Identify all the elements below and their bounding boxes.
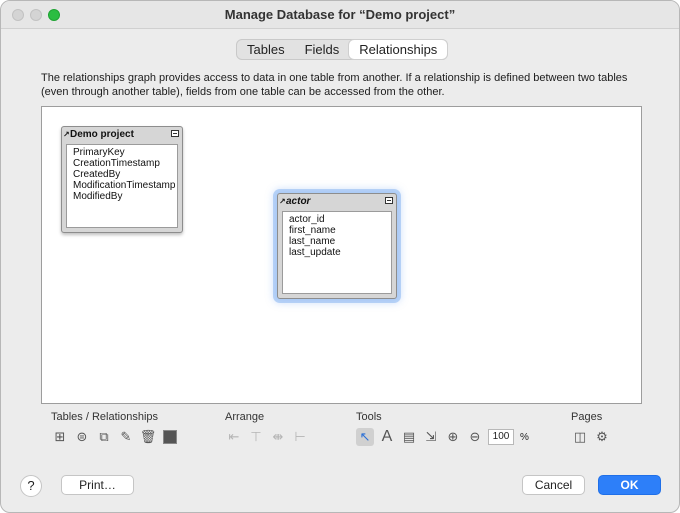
field-item[interactable]: first_name (289, 225, 385, 236)
field-item[interactable]: PrimaryKey (73, 147, 171, 158)
field-item[interactable]: actor_id (289, 214, 385, 225)
field-item[interactable]: ModificationTimestamp (73, 180, 175, 191)
color-swatch-icon[interactable] (161, 428, 179, 446)
group-label: Tools (356, 411, 382, 423)
text-tool-icon[interactable]: A (378, 428, 396, 446)
group-label: Tables / Relationships (51, 411, 159, 423)
tools-group: Tools ↖ A ▤ ⇲ ⊕ ⊖ 100 % (356, 411, 529, 447)
group-label: Arrange (225, 411, 265, 423)
help-button[interactable]: ? (20, 475, 42, 497)
external-link-icon: ↗ (63, 130, 70, 139)
arrange-group: Arrange ⇤ ⊤ ⇼ ⊢ (225, 411, 309, 447)
group-label: Pages (571, 411, 603, 423)
trash-icon[interactable]: 🗑 (139, 428, 157, 446)
add-table-icon[interactable]: ⊞ (51, 428, 69, 446)
align-top-icon[interactable]: ⊤ (247, 428, 265, 446)
table-occurrence-actor[interactable]: ↗ actor actor_id first_name last_name la… (277, 193, 397, 299)
select-tables-icon[interactable]: ⇲ (422, 428, 440, 446)
page-breaks-icon[interactable]: ◫ (571, 428, 589, 446)
distribute-horizontal-icon[interactable]: ⇼ (269, 428, 287, 446)
ok-button[interactable]: OK (598, 475, 661, 495)
tab-relationships[interactable]: Relationships (349, 40, 448, 59)
collapse-icon[interactable] (171, 130, 179, 137)
window-title: Manage Database for “Demo project” (224, 7, 456, 22)
manage-database-dialog: Manage Database for “Demo project” Table… (0, 0, 680, 513)
relationships-graph[interactable]: ↗ Demo project PrimaryKey CreationTimest… (41, 106, 642, 404)
field-item[interactable]: ModifiedBy (73, 191, 171, 202)
graph-toolbar: Tables / Relationships ⊞ ⊜ ⧉ ✎ 🗑 Arrange… (41, 411, 645, 456)
duplicate-icon[interactable]: ⧉ (95, 428, 113, 446)
zoom-in-icon[interactable]: ⊕ (444, 428, 462, 446)
tables-relationships-group: Tables / Relationships ⊞ ⊜ ⧉ ✎ 🗑 (51, 411, 179, 447)
cancel-button[interactable]: Cancel (522, 475, 585, 495)
table-name: actor (286, 196, 311, 207)
table-occurrence-demo-project[interactable]: ↗ Demo project PrimaryKey CreationTimest… (61, 126, 183, 233)
zoom-unit: % (520, 431, 529, 443)
tab-fields[interactable]: Fields (295, 40, 350, 59)
tab-bar: Tables Fields Relationships (236, 39, 449, 60)
external-link-icon: ↗ (279, 197, 286, 206)
field-list: PrimaryKey CreationTimestamp CreatedBy M… (66, 144, 178, 228)
print-button[interactable]: Print… (61, 475, 134, 495)
tab-tables[interactable]: Tables (237, 40, 295, 59)
collapse-icon[interactable] (385, 197, 393, 204)
field-item[interactable]: CreatedBy (73, 169, 171, 180)
edit-pencil-icon[interactable]: ✎ (117, 428, 135, 446)
resize-icon[interactable]: ⊢ (291, 428, 309, 446)
field-item[interactable]: CreationTimestamp (73, 158, 171, 169)
add-relationship-icon[interactable]: ⊜ (73, 428, 91, 446)
pages-group: Pages ◫ ⚙ (571, 411, 611, 447)
show-fields-icon[interactable]: ▤ (400, 428, 418, 446)
zoom-out-icon[interactable]: ⊖ (466, 428, 484, 446)
relationships-description: The relationships graph provides access … (41, 72, 628, 98)
pointer-tool-icon[interactable]: ↖ (356, 428, 374, 446)
title-bar: Manage Database for “Demo project” (1, 1, 679, 29)
field-item[interactable]: last_name (289, 236, 385, 247)
align-left-icon[interactable]: ⇤ (225, 428, 243, 446)
table-name: Demo project (70, 129, 134, 140)
field-item[interactable]: last_update (289, 247, 385, 258)
table-header[interactable]: ↗ Demo project (62, 127, 182, 142)
table-header[interactable]: ↗ actor (278, 194, 396, 209)
field-list: actor_id first_name last_name last_updat… (282, 211, 392, 294)
page-setup-icon[interactable]: ⚙ (593, 428, 611, 446)
zoom-level-input[interactable]: 100 (488, 429, 514, 445)
